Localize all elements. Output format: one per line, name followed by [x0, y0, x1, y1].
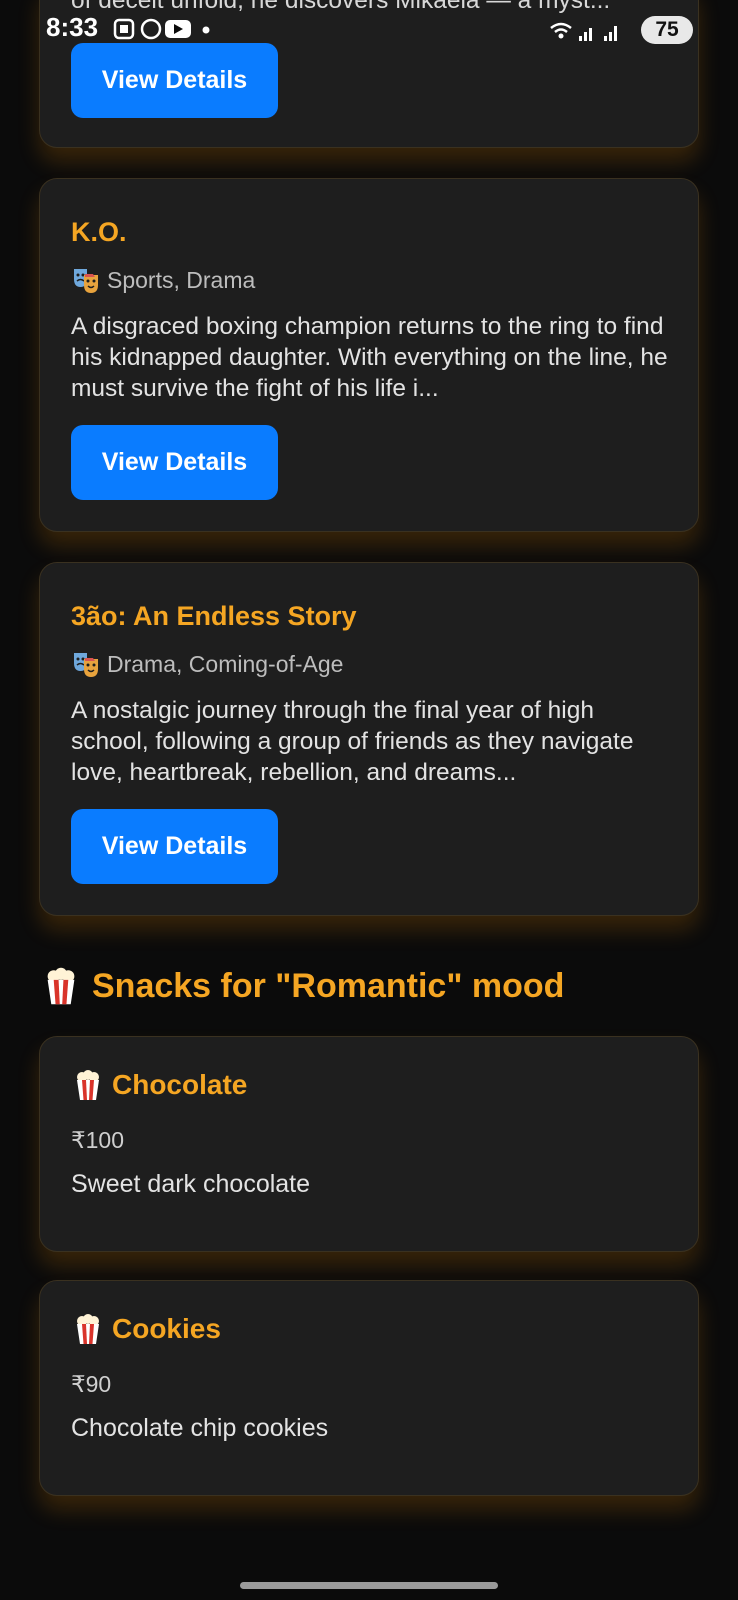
theater-masks-icon	[74, 653, 98, 677]
snacks-heading: Snacks for "Romantic" mood	[44, 966, 564, 1006]
movie-genre: Drama, Coming-of-Age	[71, 649, 343, 679]
status-bar: 8:33 75	[0, 0, 738, 58]
snack-description: Chocolate chip cookies	[71, 1414, 329, 1442]
snack-card: Chocolate ₹100 Sweet dark chocolate	[39, 1036, 699, 1252]
popcorn-icon	[77, 1314, 99, 1344]
home-indicator[interactable]	[240, 1582, 498, 1589]
battery-level: 75	[655, 18, 679, 41]
snack-price: ₹100	[71, 1127, 125, 1153]
movie-description: A disgraced boxing champion returns to t…	[71, 313, 668, 402]
movie-genre: Sports, Drama	[71, 265, 255, 295]
popcorn-icon	[47, 967, 75, 1005]
snacks-heading-text: Snacks for "Romantic" mood	[92, 966, 565, 1005]
snack-price: ₹90	[71, 1371, 112, 1397]
snack-title: Cookies	[74, 1313, 221, 1345]
popcorn-icon	[77, 1070, 99, 1100]
genre-text: Sports, Drama	[107, 266, 256, 293]
status-time: 8:33	[46, 12, 99, 42]
view-details-button[interactable]: View Details	[71, 425, 278, 500]
battery-indicator: 75	[641, 16, 693, 44]
movie-description: A nostalgic journey through the final ye…	[71, 697, 634, 786]
theater-masks-icon	[74, 269, 98, 293]
snack-title: Chocolate	[74, 1069, 247, 1101]
movie-title: 3ão: An Endless Story	[71, 601, 357, 631]
snack-name: Cookies	[112, 1313, 221, 1344]
movie-card: K.O. Sports, Drama A disgraced boxing ch…	[39, 178, 699, 532]
movie-card: 3ão: An Endless Story Drama, Coming-of-A…	[39, 562, 699, 916]
genre-text: Drama, Coming-of-Age	[107, 650, 344, 677]
snack-card: Cookies ₹90 Chocolate chip cookies	[39, 1280, 699, 1496]
snack-name: Chocolate	[112, 1069, 248, 1100]
signal-icons	[550, 22, 617, 41]
status-app-icons	[113, 18, 210, 40]
view-details-button[interactable]: View Details	[71, 809, 278, 884]
movie-title: K.O.	[71, 217, 127, 247]
snack-description: Sweet dark chocolate	[71, 1170, 311, 1198]
